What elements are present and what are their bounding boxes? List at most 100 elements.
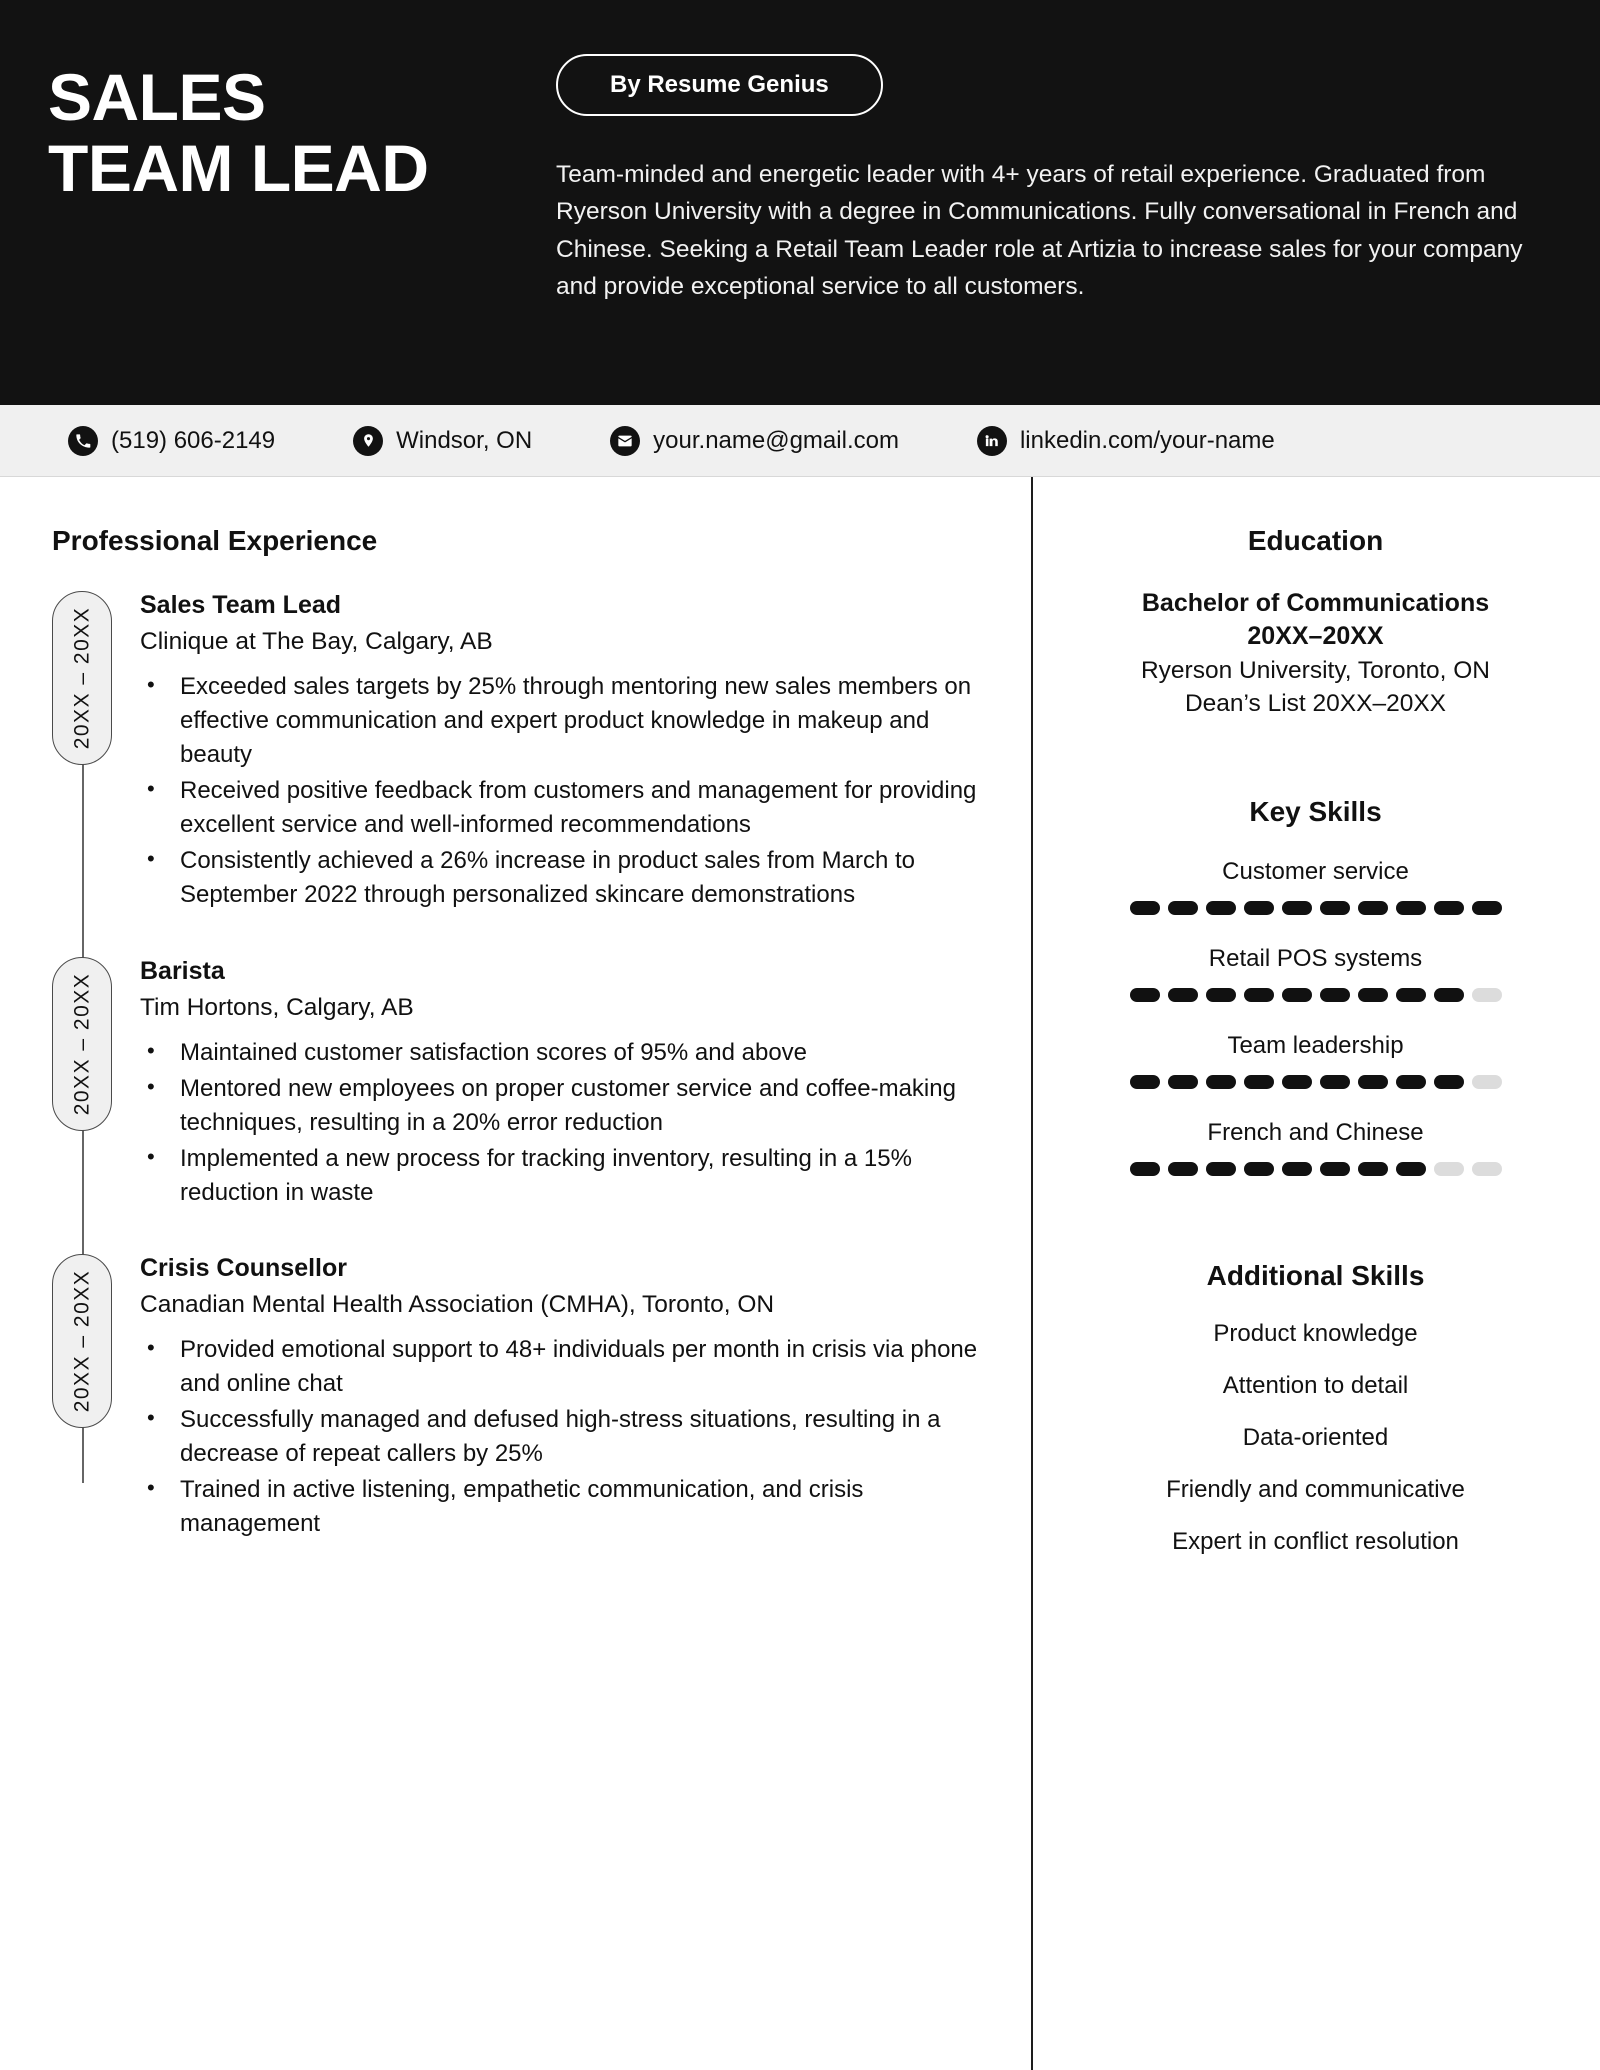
job-bullet-list: Exceeded sales targets by 25% through me…	[140, 669, 979, 913]
rating-dash-filled	[1395, 900, 1426, 915]
resume-header: SALES TEAM LEAD By Resume Genius Team-mi…	[0, 0, 1600, 405]
envelope-icon	[610, 425, 641, 456]
resume-page: SALES TEAM LEAD By Resume Genius Team-mi…	[0, 0, 1600, 2070]
key-skill-label: Retail POS systems	[1208, 944, 1423, 972]
job-bullet: Mentored new employees on proper custome…	[140, 1071, 979, 1140]
rating-dash-filled	[1357, 900, 1388, 915]
job-bullet: Received positive feedback from customer…	[140, 773, 979, 842]
rating-dash-filled	[1167, 1074, 1198, 1089]
candidate-title-line-2: TEAM LEAD	[48, 131, 429, 206]
rating-dash-filled	[1205, 900, 1236, 915]
phone-icon	[68, 425, 98, 456]
rating-dash-filled	[1281, 1161, 1312, 1176]
rating-dash-empty	[1471, 1161, 1502, 1176]
rating-dash-filled	[1357, 987, 1388, 1002]
column-divider	[1031, 477, 1033, 2070]
sidebar-column: Education Bachelor of Communications 20X…	[1031, 477, 1600, 2070]
contact-phone-text: (519) 606-2149	[111, 426, 276, 454]
rating-dash-filled	[1167, 900, 1198, 915]
job-bullet-list: Provided emotional support to 48+ indivi…	[140, 1332, 979, 1541]
contact-bar: (519) 606-2149 Windsor, ON your.name@gma…	[0, 405, 1600, 477]
experience-column: Professional Experience 20XX – 20XX Sale…	[0, 477, 1031, 2070]
contact-linkedin-text: linkedin.com/your-name	[1019, 426, 1275, 454]
rating-dash-filled	[1319, 987, 1350, 1002]
rating-dash-filled	[1243, 900, 1274, 915]
rating-dash-filled	[1129, 1161, 1160, 1176]
contact-item-phone[interactable]: (519) 606-2149	[68, 425, 276, 456]
key-skill-rating	[1077, 900, 1554, 915]
contact-location-text: Windsor, ON	[396, 426, 533, 454]
key-skill-item: Customer service	[1077, 858, 1554, 915]
linkedin-icon	[976, 425, 1007, 456]
rating-dash-filled	[1281, 1074, 1312, 1089]
rating-dash-filled	[1129, 1074, 1160, 1089]
rating-dash-filled	[1433, 1074, 1464, 1089]
candidate-title-block: SALES TEAM LEAD	[48, 52, 548, 205]
education-degree-dates: 20XX–20XX	[1247, 622, 1384, 651]
date-pill-label: 20XX – 20XX	[70, 606, 93, 750]
date-pill: 20XX – 20XX	[52, 591, 112, 765]
rating-dash-empty	[1433, 1161, 1464, 1176]
rating-dash-filled	[1433, 900, 1464, 915]
key-skill-rating	[1077, 1161, 1554, 1176]
rating-dash-filled	[1243, 987, 1274, 1002]
rating-dash-filled	[1129, 900, 1160, 915]
rating-dash-filled	[1243, 1161, 1274, 1176]
additional-skill-item: Product knowledge	[1213, 1319, 1418, 1347]
contact-item-location[interactable]: Windsor, ON	[353, 425, 533, 456]
key-skill-item: French and Chinese	[1077, 1119, 1554, 1176]
rating-dash-filled	[1357, 1161, 1388, 1176]
job-title: Crisis Counsellor	[140, 1253, 347, 1282]
rating-dash-filled	[1205, 987, 1236, 1002]
education-school: Ryerson University, Toronto, ON	[1140, 656, 1491, 684]
rating-dash-filled	[1395, 1161, 1426, 1176]
job-bullet: Maintained customer satisfaction scores …	[140, 1035, 979, 1070]
job-bullet: Provided emotional support to 48+ indivi…	[140, 1332, 979, 1401]
contact-item-linkedin[interactable]: linkedin.com/your-name	[976, 425, 1275, 456]
rating-dash-filled	[1395, 987, 1426, 1002]
section-title-additional-skills: Additional Skills	[1206, 1259, 1425, 1291]
section-title-professional-experience: Professional Experience	[52, 525, 378, 556]
job-bullet: Successfully managed and defused high-st…	[140, 1402, 979, 1471]
date-pill-label: 20XX – 20XX	[70, 1269, 93, 1413]
rating-dash-filled	[1129, 987, 1160, 1002]
contact-email-text: your.name@gmail.com	[653, 426, 899, 454]
job-bullet-list: Maintained customer satisfaction scores …	[140, 1035, 979, 1210]
key-skill-label: French and Chinese	[1207, 1118, 1424, 1146]
experience-entry: 20XX – 20XX Crisis Counsellor Canadian M…	[52, 1253, 979, 1543]
education-honors: Dean’s List 20XX–20XX	[1184, 689, 1447, 717]
rating-dash-filled	[1205, 1161, 1236, 1176]
experience-timeline: 20XX – 20XX Sales Team Lead Clinique at …	[52, 591, 979, 1543]
additional-skill-item: Expert in conflict resolution	[1172, 1527, 1459, 1555]
rating-dash-filled	[1471, 900, 1502, 915]
professional-summary: Team-minded and energetic leader with 4+…	[556, 161, 1523, 301]
job-bullet: Consistently achieved a 26% increase in …	[140, 843, 979, 912]
rating-dash-filled	[1319, 900, 1350, 915]
date-pill-label: 20XX – 20XX	[70, 972, 93, 1115]
contact-item-email[interactable]: your.name@gmail.com	[610, 425, 899, 456]
location-pin-icon	[353, 425, 384, 456]
rating-dash-filled	[1281, 900, 1312, 915]
candidate-title-line-1: SALES	[48, 60, 266, 134]
rating-dash-filled	[1167, 987, 1198, 1002]
education-degree: Bachelor of Communications	[1141, 589, 1490, 617]
job-organization: Clinique at The Bay, Calgary, AB	[140, 628, 493, 655]
rating-dash-filled	[1281, 987, 1312, 1002]
rating-dash-filled	[1319, 1161, 1350, 1176]
rating-dash-filled	[1319, 1074, 1350, 1089]
date-pill: 20XX – 20XX	[52, 956, 112, 1131]
experience-entry: 20XX – 20XX Sales Team Lead Clinique at …	[52, 591, 979, 915]
key-skill-item: Retail POS systems	[1077, 945, 1554, 1002]
rating-dash-filled	[1243, 1074, 1274, 1089]
resume-body: Professional Experience 20XX – 20XX Sale…	[0, 477, 1600, 2070]
section-title-key-skills: Key Skills	[1249, 795, 1382, 827]
job-bullet: Trained in active listening, empathetic …	[140, 1472, 979, 1541]
section-title-education: Education	[1247, 525, 1384, 556]
job-bullet: Exceeded sales targets by 25% through me…	[140, 669, 979, 772]
rating-dash-filled	[1395, 1074, 1426, 1089]
key-skill-rating	[1077, 987, 1554, 1002]
job-organization: Tim Hortons, Calgary, AB	[140, 993, 414, 1021]
rating-dash-empty	[1471, 987, 1502, 1002]
